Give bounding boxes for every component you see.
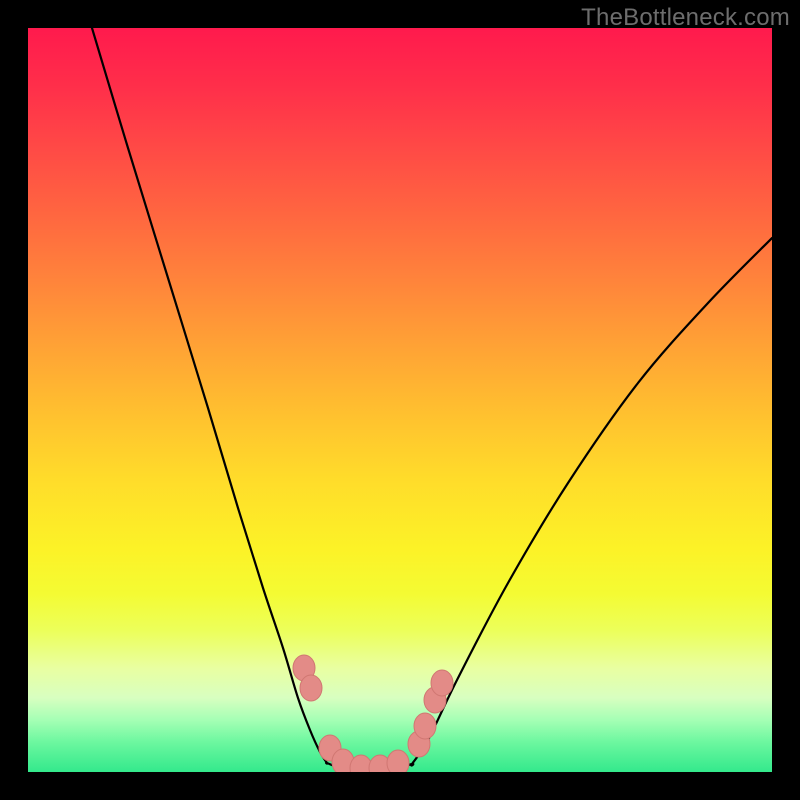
bottleneck-curve [92, 28, 772, 772]
marker-dot [387, 750, 409, 772]
chart-frame: TheBottleneck.com [0, 0, 800, 800]
marker-dot [431, 670, 453, 696]
chart-plot-area [28, 28, 772, 772]
marker-dot [414, 713, 436, 739]
marker-dot [300, 675, 322, 701]
chart-svg [28, 28, 772, 772]
watermark-text: TheBottleneck.com [581, 4, 790, 32]
curve-path [92, 28, 772, 772]
highlight-markers [293, 655, 453, 772]
